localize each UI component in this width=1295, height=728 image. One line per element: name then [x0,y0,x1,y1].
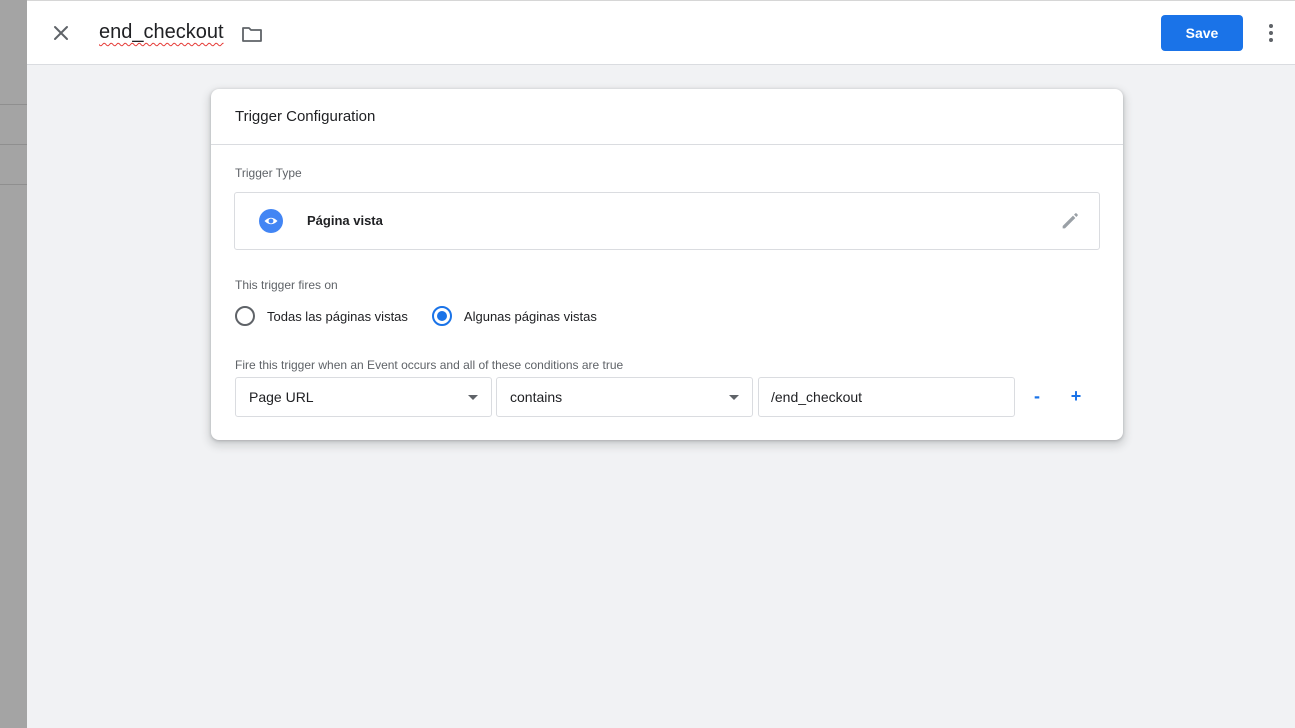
fires-on-radio-group: Todas las páginas vistas Algunas páginas… [235,304,621,328]
divider [0,184,27,185]
variable-select-value: Page URL [249,389,314,405]
divider [0,144,27,145]
folder-icon[interactable] [240,22,264,46]
dropdown-arrow-icon [729,395,739,400]
more-vert-icon[interactable] [1259,21,1283,45]
trigger-editor-panel: end_checkout Save Trigger Configuration … [27,0,1295,728]
fires-on-label: This trigger fires on [235,278,338,292]
operator-select[interactable]: contains [496,377,753,417]
radio-label: Algunas páginas vistas [463,308,597,324]
dropdown-arrow-icon [468,395,478,400]
radio-button-selected[interactable] [431,306,452,326]
trigger-type-name: Página vista [307,213,383,228]
remove-condition-button[interactable]: - [1025,385,1049,409]
close-icon[interactable] [49,21,73,45]
add-condition-button[interactable]: + [1064,385,1088,409]
card-title: Trigger Configuration [211,89,1123,145]
save-button[interactable]: Save [1161,15,1243,51]
background-page [0,0,27,728]
variable-select[interactable]: Page URL [235,377,492,417]
radio-label: Todas las páginas vistas [267,308,408,324]
radio-some-page-views[interactable]: Algunas páginas vistas [431,306,597,326]
editor-topbar: end_checkout Save [27,0,1295,65]
eye-icon [259,209,283,233]
condition-value-input[interactable] [758,377,1015,417]
radio-all-page-views[interactable]: Todas las páginas vistas [235,306,408,326]
trigger-configuration-card: Trigger Configuration Trigger Type Págin… [211,89,1123,440]
trigger-name-title[interactable]: end_checkout [99,21,224,44]
trigger-type-selector[interactable]: Página vista [234,192,1100,250]
trigger-type-label: Trigger Type [235,166,302,180]
condition-label: Fire this trigger when an Event occurs a… [235,358,624,372]
operator-select-value: contains [510,389,563,405]
radio-button[interactable] [235,306,255,326]
pencil-icon[interactable] [1059,210,1081,232]
divider [0,104,27,105]
